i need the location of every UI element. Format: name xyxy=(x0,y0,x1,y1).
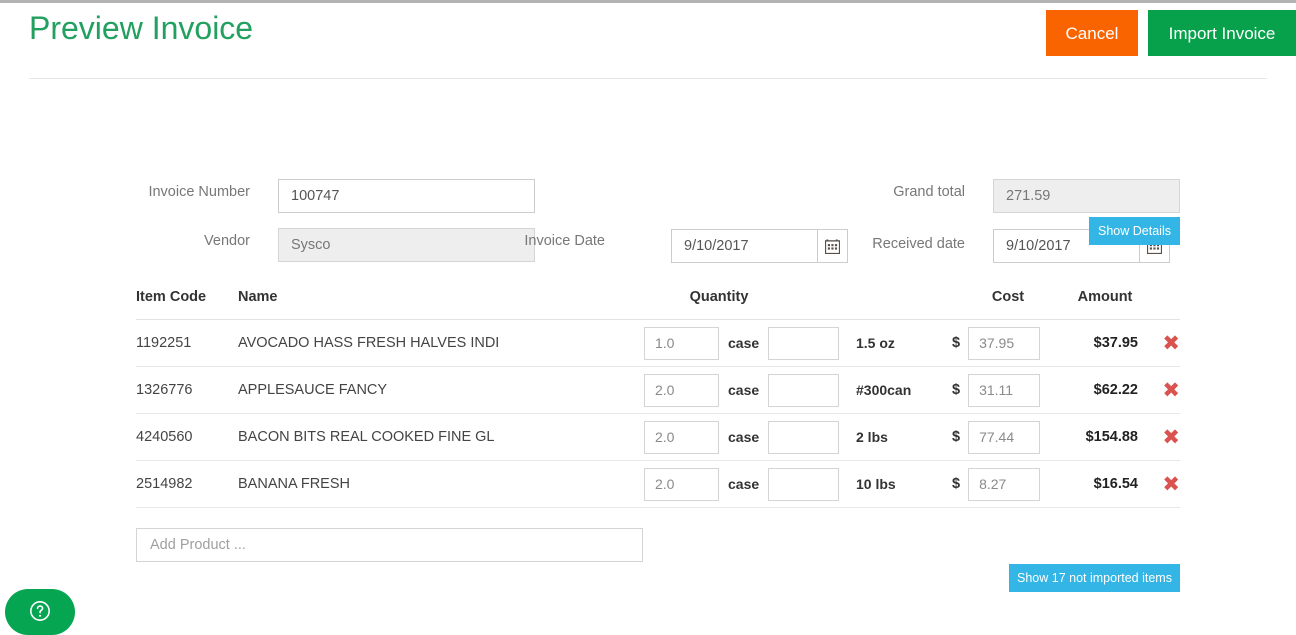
table-row: 1192251 AVOCADO HASS FRESH HALVES INDI cas… xyxy=(136,320,1180,367)
quantity-unit-label: case xyxy=(728,429,759,445)
table-header-row: Item Code Name Quantity Cost Amount xyxy=(136,289,1180,320)
cell-name: BACON BITS REAL COOKED FINE GL xyxy=(238,429,495,445)
show-details-button[interactable]: Show Details xyxy=(1089,217,1180,245)
cell-amount: $37.95 xyxy=(1064,335,1146,351)
cost-input[interactable] xyxy=(968,468,1040,501)
page-title: Preview Invoice xyxy=(29,10,253,47)
currency-symbol: $ xyxy=(952,429,960,445)
column-header-name: Name xyxy=(238,289,644,320)
cell-item-code: 2514982 xyxy=(136,476,192,492)
cell-item-code: 4240560 xyxy=(136,429,192,445)
grand-total-label: Grand total xyxy=(810,184,965,200)
close-x-icon[interactable]: ✖ xyxy=(1162,380,1180,401)
quantity-alt-input[interactable] xyxy=(768,374,839,407)
invoice-date-label: Invoice Date xyxy=(478,233,605,249)
cell-name: BANANA FRESH xyxy=(238,476,350,492)
cell-unit-size: #300can xyxy=(856,382,911,398)
column-header-amount: Amount xyxy=(1064,289,1146,320)
column-header-item-code: Item Code xyxy=(136,289,238,320)
preview-invoice-page: Preview Invoice Cancel Import Invoice In… xyxy=(0,3,1296,621)
close-x-icon[interactable]: ✖ xyxy=(1162,333,1180,354)
import-invoice-button[interactable]: Import Invoice xyxy=(1148,10,1296,56)
quantity-input[interactable] xyxy=(644,468,719,501)
table-row: 4240560 BACON BITS REAL COOKED FINE GL cas… xyxy=(136,414,1180,461)
currency-symbol: $ xyxy=(952,476,960,492)
quantity-unit-label: case xyxy=(728,335,759,351)
quantity-unit-label: case xyxy=(728,476,759,492)
cell-unit-size: 2 lbs xyxy=(856,429,888,445)
invoice-form: Invoice Number Vendor Invoice Date Grand… xyxy=(0,78,1296,238)
vendor-label: Vendor xyxy=(62,233,250,249)
cell-amount: $62.22 xyxy=(1064,382,1146,398)
add-product-input[interactable] xyxy=(136,528,643,562)
cell-name: APPLESAUCE FANCY xyxy=(238,382,387,398)
cell-unit-size: 10 lbs xyxy=(856,476,896,492)
received-date-label: Received date xyxy=(868,233,965,256)
quantity-input[interactable] xyxy=(644,421,719,454)
cell-item-code: 1326776 xyxy=(136,382,192,398)
column-header-cost: Cost xyxy=(952,289,1064,320)
cancel-button[interactable]: Cancel xyxy=(1046,10,1138,56)
cell-unit-size: 1.5 oz xyxy=(856,335,895,351)
invoice-items-table: Item Code Name Quantity Cost Amount 1192… xyxy=(136,289,1180,508)
invoice-date-input[interactable] xyxy=(671,229,818,263)
quantity-alt-input[interactable] xyxy=(768,421,839,454)
help-button[interactable] xyxy=(5,589,75,635)
currency-symbol: $ xyxy=(952,382,960,398)
cell-amount: $154.88 xyxy=(1064,429,1146,445)
cost-input[interactable] xyxy=(968,421,1040,454)
invoice-number-input[interactable] xyxy=(278,179,535,213)
currency-symbol: $ xyxy=(952,335,960,351)
column-header-quantity: Quantity xyxy=(644,289,856,320)
cell-item-code: 1192251 xyxy=(136,335,191,351)
grand-total-input xyxy=(993,179,1180,213)
column-header-actions xyxy=(1146,289,1180,320)
quantity-unit-label: case xyxy=(728,382,759,398)
quantity-alt-input[interactable] xyxy=(768,468,839,501)
show-not-imported-items-button[interactable]: Show 17 not imported items xyxy=(1009,564,1180,592)
quantity-alt-input[interactable] xyxy=(768,327,839,360)
table-row: 2514982 BANANA FRESH case 10 lbs $ $16.54 ✖ xyxy=(136,461,1180,508)
header-actions: Cancel Import Invoice xyxy=(1046,10,1296,56)
column-header-unit-size xyxy=(856,289,952,320)
cost-input[interactable] xyxy=(968,374,1040,407)
cell-amount: $16.54 xyxy=(1064,476,1146,492)
quantity-input[interactable] xyxy=(644,374,719,407)
table-row: 1326776 APPLESAUCE FANCY case #300can $ $62.2… xyxy=(136,367,1180,414)
close-x-icon[interactable]: ✖ xyxy=(1162,427,1180,448)
quantity-input[interactable] xyxy=(644,327,719,360)
cost-input[interactable] xyxy=(968,327,1040,360)
invoice-date-calendar-icon[interactable] xyxy=(818,229,848,263)
close-x-icon[interactable]: ✖ xyxy=(1162,474,1180,495)
invoice-number-label: Invoice Number xyxy=(62,184,250,200)
cell-name: AVOCADO HASS FRESH HALVES INDI xyxy=(238,335,499,351)
page-header: Preview Invoice Cancel Import Invoice xyxy=(0,3,1296,78)
